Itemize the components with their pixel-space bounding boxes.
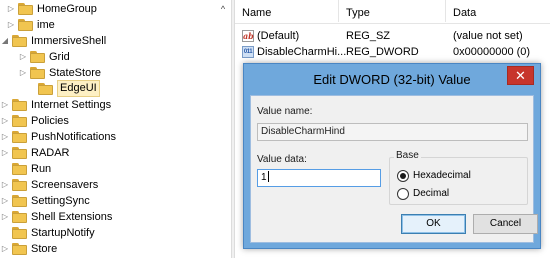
collapse-arrow-icon[interactable]: ◢ [0, 33, 10, 49]
value-data: 0x00000000 (0) [453, 46, 531, 58]
folder-icon [12, 99, 28, 111]
expand-arrow-icon[interactable]: ▷ [0, 209, 10, 225]
tree-item-label[interactable]: HomeGroup [37, 1, 97, 17]
folder-icon [18, 19, 34, 31]
tree-item-label[interactable]: Store [31, 241, 57, 257]
expand-arrow-icon[interactable]: ▷ [0, 177, 10, 193]
tree-item-ime[interactable]: ▷ ime [0, 17, 215, 33]
close-button[interactable]: ✕ [507, 66, 534, 85]
value-type: REG_DWORD [346, 46, 419, 58]
hexadecimal-label[interactable]: Hexadecimal [413, 169, 471, 183]
tree-item-internet-settings[interactable]: ▷ Internet Settings [0, 97, 215, 113]
expand-arrow-icon[interactable]: ▷ [0, 113, 10, 129]
hexadecimal-radio[interactable] [397, 170, 409, 182]
tree-item-radar[interactable]: ▷ RADAR [0, 145, 215, 161]
folder-icon [12, 147, 28, 159]
column-header-data[interactable]: Data [446, 0, 550, 22]
string-value-icon: ab [242, 30, 254, 42]
tree-item-pushnotifications[interactable]: ▷ PushNotifications [0, 129, 215, 145]
tree-item-label[interactable]: EdgeUI [57, 80, 100, 97]
dialog-title: Edit DWORD (32-bit) Value [313, 72, 471, 87]
folder-icon [30, 67, 46, 79]
tree-item-run[interactable]: Run [0, 161, 215, 177]
tree-item-label[interactable]: ImmersiveShell [31, 33, 106, 49]
value-type: REG_SZ [346, 30, 391, 42]
value-data-text: 1 [261, 172, 267, 183]
expand-arrow-icon[interactable]: ▷ [18, 65, 28, 81]
tree-item-settingsync[interactable]: ▷ SettingSync [0, 193, 215, 209]
tree-item-label[interactable]: Policies [31, 113, 69, 129]
tree-item-label[interactable]: StateStore [49, 65, 101, 81]
tree-item-policies[interactable]: ▷ Policies [0, 113, 215, 129]
tree-item-label[interactable]: RADAR [31, 145, 70, 161]
folder-icon [38, 83, 54, 95]
tree-item-grid[interactable]: ▷ Grid [0, 49, 215, 65]
header-divider [235, 23, 550, 24]
tree-item-shell-extensions[interactable]: ▷ Shell Extensions [0, 209, 215, 225]
folder-icon [12, 35, 28, 47]
dialog-body: Value name: DisableCharmHind Value data:… [250, 95, 538, 243]
tree-item-label[interactable]: SettingSync [31, 193, 90, 209]
folder-icon [18, 3, 34, 15]
value-name-field: DisableCharmHind [257, 123, 528, 141]
ok-button[interactable]: OK [401, 214, 466, 234]
tree-item-startupnotify[interactable]: StartupNotify [0, 225, 215, 241]
decimal-radio[interactable] [397, 188, 409, 200]
folder-icon [12, 115, 28, 127]
expand-arrow-icon[interactable]: ▷ [6, 1, 16, 17]
edit-dword-dialog: Edit DWORD (32-bit) Value ✕ Value name: … [243, 63, 541, 249]
folder-icon [12, 131, 28, 143]
tree-item-label[interactable]: PushNotifications [31, 129, 116, 145]
column-header-type[interactable]: Type [339, 0, 446, 22]
expand-arrow-icon[interactable]: ▷ [0, 241, 10, 257]
tree-item-label[interactable]: Grid [49, 49, 70, 65]
value-row-disablecharmhint[interactable]: 011 DisableCharmHi... REG_DWORD 0x000000… [235, 44, 550, 60]
folder-icon [12, 179, 28, 191]
tree-item-homegroup[interactable]: ▷ HomeGroup [0, 1, 215, 17]
registry-tree[interactable]: ^ ▷ HomeGroup ▷ ime ◢ ImmersiveShell ▷ Grid ▷ Sta… [0, 0, 231, 258]
tree-item-label[interactable]: Internet Settings [31, 97, 111, 113]
folder-icon [12, 163, 28, 175]
tree-item-edgeui[interactable]: EdgeUI [0, 80, 215, 97]
value-data-input[interactable]: 1 [257, 169, 381, 187]
value-data: (value not set) [453, 30, 523, 42]
column-header-name[interactable]: Name [235, 0, 339, 22]
value-data-label: Value data: [257, 154, 307, 165]
decimal-label[interactable]: Decimal [413, 187, 449, 201]
cancel-button[interactable]: Cancel [473, 214, 538, 234]
dword-value-icon: 011 [242, 46, 254, 58]
scroll-up-arrow-icon[interactable]: ^ [217, 4, 229, 14]
dialog-titlebar[interactable]: Edit DWORD (32-bit) Value [244, 64, 540, 95]
expand-arrow-icon[interactable]: ▷ [0, 193, 10, 209]
folder-icon [12, 211, 28, 223]
value-name: (Default) [257, 30, 300, 42]
expand-arrow-icon[interactable]: ▷ [0, 145, 10, 161]
expand-arrow-icon[interactable]: ▷ [18, 49, 28, 65]
tree-item-screensavers[interactable]: ▷ Screensavers [0, 177, 215, 193]
tree-item-store[interactable]: ▷ Store [0, 241, 215, 257]
value-row-default[interactable]: ab (Default) REG_SZ (value not set) [235, 28, 550, 44]
tree-item-label[interactable]: StartupNotify [31, 225, 95, 241]
tree-item-immersiveshell[interactable]: ◢ ImmersiveShell [0, 33, 215, 49]
base-label: Base [394, 150, 421, 161]
value-name: DisableCharmHi... [257, 46, 347, 58]
value-name-label: Value name: [257, 106, 313, 117]
expand-arrow-icon[interactable]: ▷ [0, 97, 10, 113]
folder-icon [12, 243, 28, 255]
text-caret [267, 171, 269, 182]
expand-arrow-icon[interactable]: ▷ [6, 17, 16, 33]
tree-item-label[interactable]: Screensavers [31, 177, 98, 193]
tree-item-statestore[interactable]: ▷ StateStore [0, 65, 215, 81]
expand-arrow-icon[interactable]: ▷ [0, 129, 10, 145]
folder-icon [12, 227, 28, 239]
tree-item-label[interactable]: ime [37, 17, 55, 33]
folder-icon [12, 195, 28, 207]
tree-item-label[interactable]: Run [31, 161, 51, 177]
tree-item-label[interactable]: Shell Extensions [31, 209, 112, 225]
folder-icon [30, 51, 46, 63]
